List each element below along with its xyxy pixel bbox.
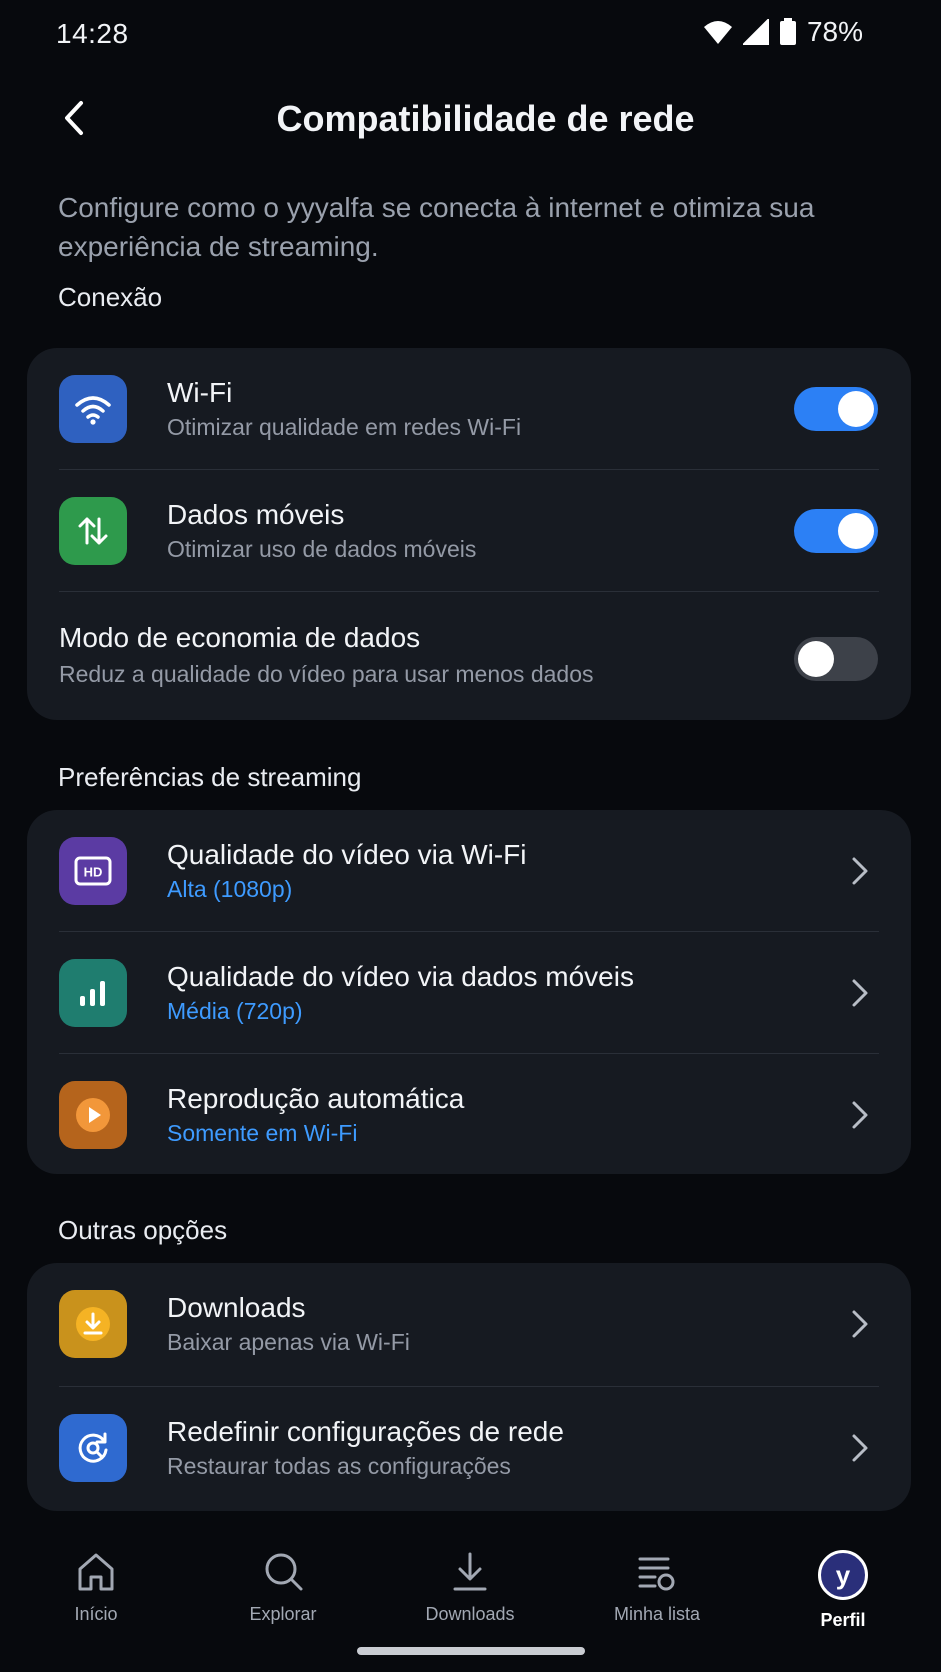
nav-home[interactable]: Início <box>21 1550 171 1625</box>
nav-my-list-label: Minha lista <box>613 1604 701 1624</box>
nav-explore-label: Explorar <box>249 1604 317 1624</box>
status-icons: 78% <box>703 16 863 48</box>
wifi-quality-row[interactable]: HD Qualidade do vídeo via Wi-Fi Alta (10… <box>27 810 911 932</box>
chevron-right-icon <box>852 1434 868 1462</box>
home-icon <box>78 1553 114 1591</box>
wifi-icon <box>59 375 127 443</box>
mobile-data-title: Dados móveis <box>167 499 345 530</box>
reset-network-subtitle: Restaurar todas as configurações <box>167 1453 511 1479</box>
section-label-streaming: Preferências de streaming <box>58 762 362 792</box>
data-saver-subtitle: Reduz a qualidade do vídeo para usar men… <box>59 661 594 687</box>
mobile-quality-row[interactable]: Qualidade do vídeo via dados móveis Médi… <box>27 932 911 1054</box>
toggle-knob <box>838 513 874 549</box>
home-indicator <box>357 1647 585 1655</box>
connection-card: Wi-Fi Otimizar qualidade em redes Wi-Fi … <box>27 348 911 720</box>
reset-network-title: Redefinir configurações de rede <box>167 1416 564 1447</box>
streaming-card: HD Qualidade do vídeo via Wi-Fi Alta (10… <box>27 810 911 1174</box>
mobile-quality-value: Média (720p) <box>167 998 303 1024</box>
arrows-up-down-icon <box>59 497 127 565</box>
autoplay-title: Reprodução automática <box>167 1083 465 1114</box>
data-saver-title: Modo de economia de dados <box>59 622 421 653</box>
battery-percentage: 78% <box>806 16 863 47</box>
wifi-quality-value: Alta (1080p) <box>167 876 293 902</box>
downloads-title: Downloads <box>167 1292 306 1323</box>
autoplay-value: Somente em Wi-Fi <box>167 1120 358 1146</box>
nav-profile[interactable]: y Perfil <box>768 1550 918 1631</box>
downloads-subtitle: Baixar apenas via Wi-Fi <box>167 1329 410 1355</box>
hd-icon: HD <box>59 837 127 905</box>
wifi-quality-title: Qualidade do vídeo via Wi-Fi <box>167 839 527 870</box>
page-title: Compatibilidade de rede <box>276 98 695 139</box>
wifi-subtitle: Otimizar qualidade em redes Wi-Fi <box>167 414 522 440</box>
intro-text: Configure como o yyyalfa se conecta à in… <box>58 192 815 262</box>
bottom-nav: Início Explorar Downloads Minha lista y … <box>0 1534 941 1644</box>
play-icon <box>59 1081 127 1149</box>
nav-profile-label: Perfil <box>820 1610 866 1630</box>
list-icon <box>638 1557 675 1591</box>
header: Compatibilidade de rede <box>0 80 941 162</box>
avatar: y <box>818 1550 868 1600</box>
chevron-right-icon <box>852 1101 868 1129</box>
wifi-toggle[interactable] <box>794 387 878 431</box>
status-bar: 14:28 78% <box>0 0 941 72</box>
reset-network-icon <box>59 1414 127 1482</box>
status-time: 14:28 <box>56 18 129 49</box>
nav-downloads[interactable]: Downloads <box>395 1550 545 1625</box>
section-label-other: Outras opções <box>58 1215 228 1245</box>
other-card: Downloads Baixar apenas via Wi-Fi Redefi… <box>27 1263 911 1511</box>
section-label-connection: Conexão <box>58 282 163 312</box>
nav-explore[interactable]: Explorar <box>208 1550 358 1625</box>
search-icon <box>265 1553 303 1591</box>
nav-downloads-label: Downloads <box>425 1604 515 1624</box>
nav-my-list[interactable]: Minha lista <box>582 1550 732 1625</box>
wifi-title: Wi-Fi <box>167 377 233 408</box>
chevron-right-icon <box>852 857 868 885</box>
battery-icon <box>779 18 796 45</box>
reset-network-row[interactable]: Redefinir configurações de rede Restaura… <box>27 1387 911 1511</box>
data-saver-toggle[interactable] <box>794 637 878 681</box>
svg-text:HD: HD <box>84 865 103 880</box>
downloads-row[interactable]: Downloads Baixar apenas via Wi-Fi <box>27 1263 911 1387</box>
toggle-knob <box>838 391 874 427</box>
mobile-data-toggle[interactable] <box>794 509 878 553</box>
mobile-data-subtitle: Otimizar uso de dados móveis <box>167 536 477 562</box>
wifi-signal-icon <box>703 21 732 44</box>
mobile-quality-title: Qualidade do vídeo via dados móveis <box>167 961 634 992</box>
cell-signal-icon <box>742 19 769 45</box>
wifi-row[interactable]: Wi-Fi Otimizar qualidade em redes Wi-Fi <box>27 348 911 470</box>
autoplay-row[interactable]: Reprodução automática Somente em Wi-Fi <box>27 1054 911 1174</box>
data-saver-row[interactable]: Modo de economia de dados Reduz a qualid… <box>27 592 911 720</box>
signal-bars-icon <box>59 959 127 1027</box>
toggle-knob <box>798 641 834 677</box>
chevron-right-icon <box>852 979 868 1007</box>
download-icon <box>59 1290 127 1358</box>
mobile-data-row[interactable]: Dados móveis Otimizar uso de dados móvei… <box>27 470 911 592</box>
download-icon <box>453 1552 487 1591</box>
nav-home-label: Início <box>74 1604 118 1624</box>
chevron-right-icon <box>852 1310 868 1338</box>
